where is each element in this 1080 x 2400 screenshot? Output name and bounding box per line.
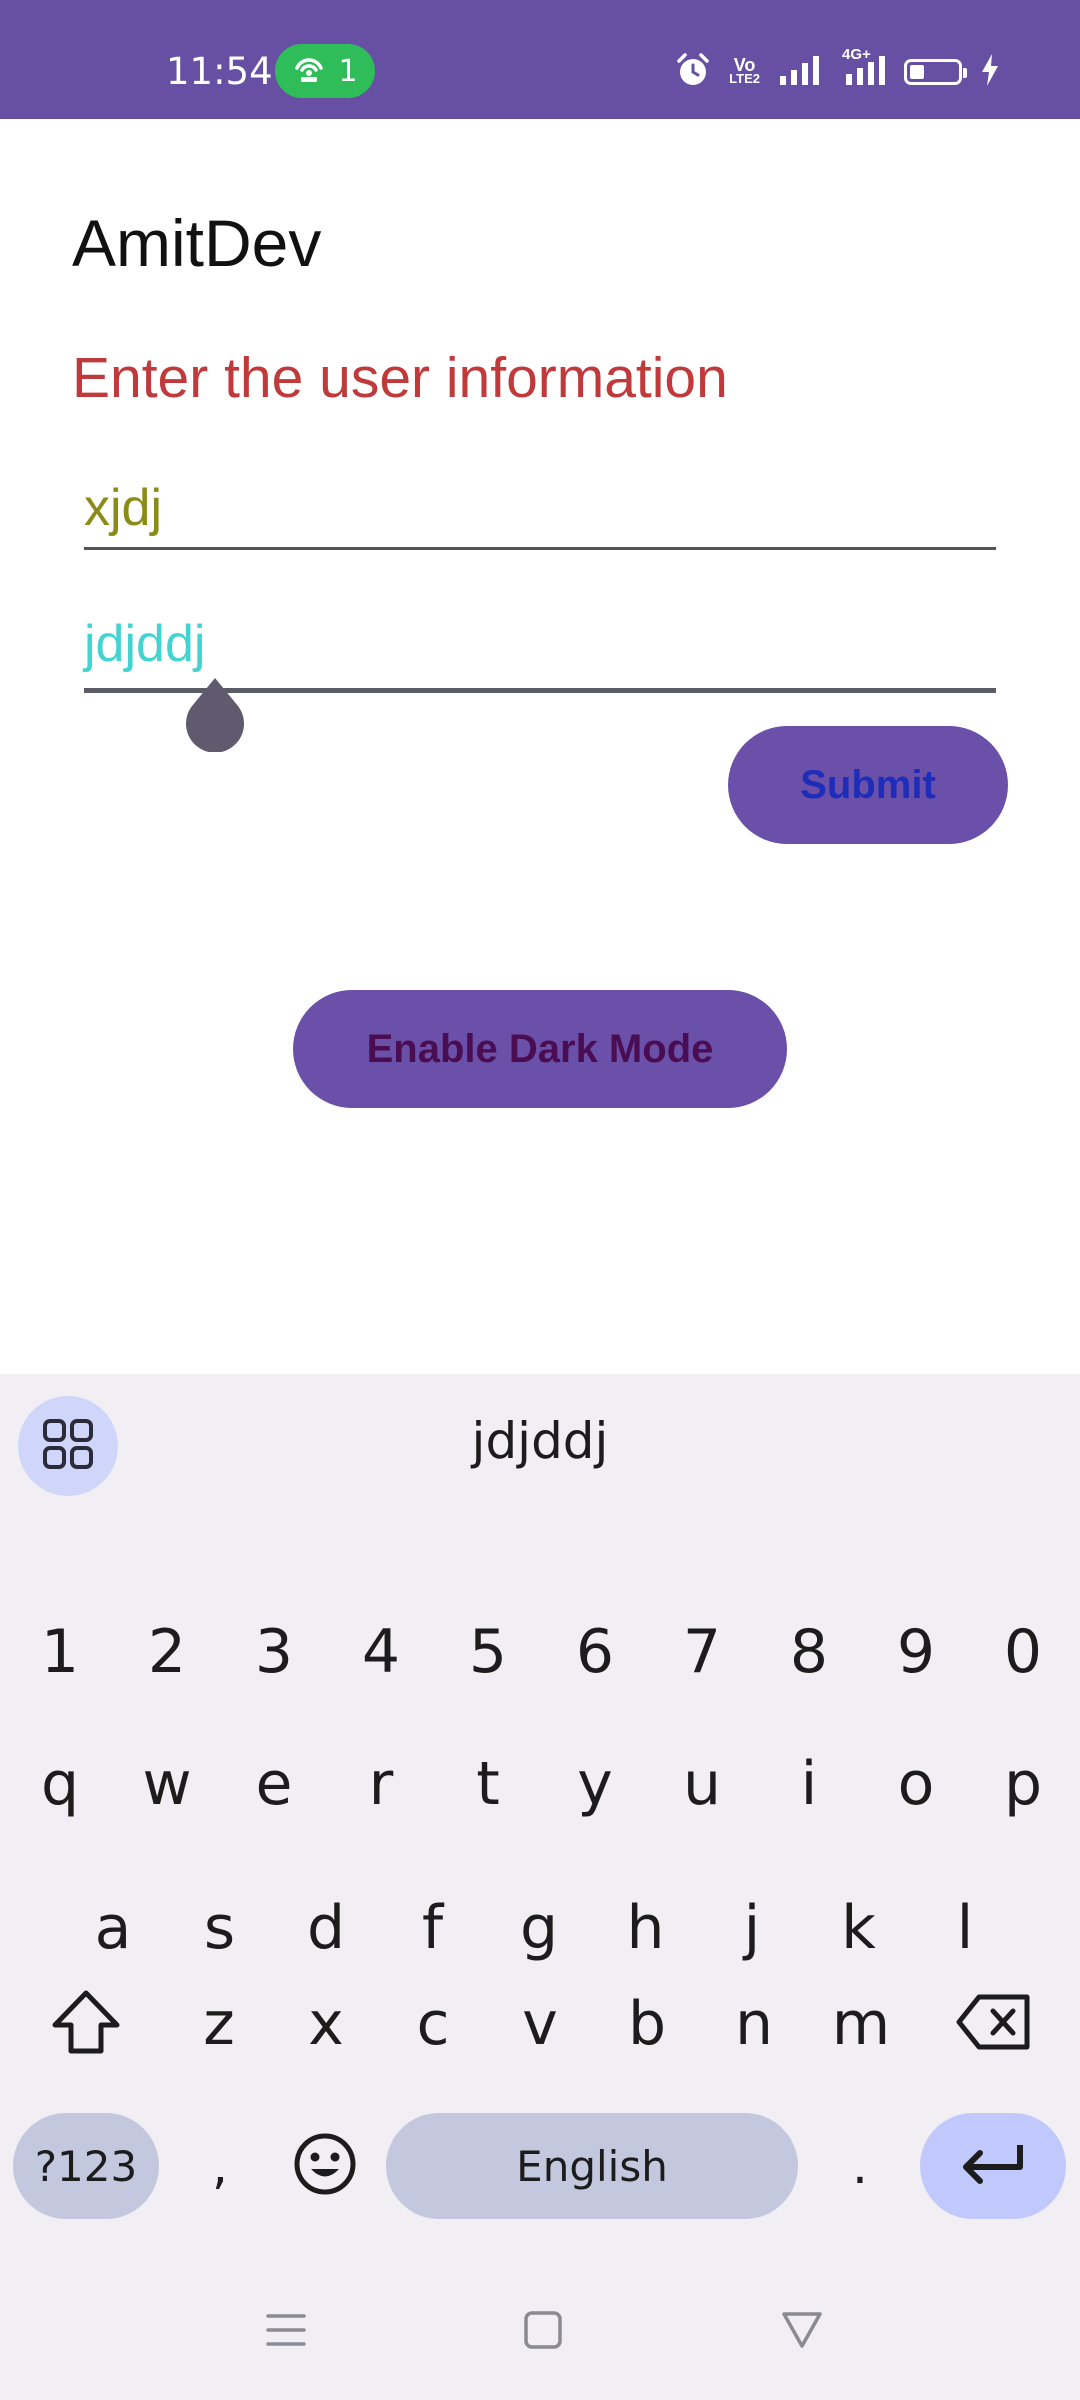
key-9[interactable]: 9 [864,1592,968,1712]
key-3[interactable]: 3 [222,1592,326,1712]
key-u[interactable]: u [650,1724,754,1844]
alarm-icon [675,52,711,93]
key-8[interactable]: 8 [757,1592,861,1712]
symbols-key[interactable]: ?123 [13,2113,159,2219]
key-y[interactable]: y [543,1724,647,1844]
network-indicator: 4G+ [840,47,886,91]
menu-icon [264,2310,308,2355]
backspace-icon [955,1993,1033,2056]
signal-icon [778,54,822,91]
first-input-value[interactable]: xjdj [84,478,996,538]
text-cursor-handle[interactable] [184,678,246,753]
key-2[interactable]: 2 [115,1592,219,1712]
key-5[interactable]: 5 [436,1592,540,1712]
recent-apps-button[interactable] [256,2302,316,2362]
first-input-underline [84,547,996,550]
home-button[interactable] [513,2302,573,2362]
enable-dark-mode-button[interactable]: Enable Dark Mode [293,990,787,1108]
key-p[interactable]: p [971,1724,1075,1844]
home-icon [522,2309,564,2356]
hotspot-count: 1 [338,53,358,89]
status-icons: Vo LTE2 4G+ [675,47,1000,96]
key-r[interactable]: r [329,1724,433,1844]
emoji-icon [293,2132,357,2201]
soft-keyboard: jdjddj 1234567890 qwertyuiop asdfghjkl z… [0,1374,1080,2400]
key-m[interactable]: m [809,1964,913,2084]
symbols-key-label: ?123 [34,2141,138,2191]
backspace-key[interactable] [944,1964,1044,2084]
app-title: AmitDev [72,206,322,280]
status-time: 11:54 [166,50,273,93]
volte-indicator: Vo LTE2 [729,55,760,86]
period-key[interactable]: . [820,2113,900,2219]
form-heading: Enter the user information [72,346,728,410]
key-i[interactable]: i [757,1724,861,1844]
shift-key[interactable] [36,1964,136,2084]
submit-button[interactable]: Submit [728,726,1008,844]
key-e[interactable]: e [222,1724,326,1844]
enter-icon [960,2141,1026,2192]
key-w[interactable]: w [115,1724,219,1844]
second-input-value[interactable]: jdjddj [84,614,996,674]
period-key-label: . [852,2137,868,2195]
shift-icon [51,1989,121,2060]
key-q[interactable]: q [8,1724,112,1844]
battery-icon [904,59,967,85]
key-4[interactable]: 4 [329,1592,433,1712]
back-button[interactable] [772,2302,832,2362]
status-bar: 11:54 1 Vo LTE2 4G+ [0,0,1080,119]
key-b[interactable]: b [595,1964,699,2084]
volte-label-top: Vo [733,55,756,75]
key-1[interactable]: 1 [8,1592,112,1712]
navigation-bar [0,2262,1080,2400]
enter-key[interactable] [920,2113,1066,2219]
space-key-label: English [516,2141,668,2191]
key-n[interactable]: n [702,1964,806,2084]
space-key[interactable]: English [386,2113,798,2219]
hotspot-indicator: 1 [275,44,375,98]
hotspot-icon [292,54,326,89]
key-o[interactable]: o [864,1724,968,1844]
back-icon [780,2310,824,2355]
charging-icon [980,53,1000,92]
key-z[interactable]: z [167,1964,271,2084]
comma-key-label: , [212,2137,228,2195]
battery-level [910,65,924,79]
key-0[interactable]: 0 [971,1592,1075,1712]
key-t[interactable]: t [436,1724,540,1844]
key-x[interactable]: x [274,1964,378,2084]
key-7[interactable]: 7 [650,1592,754,1712]
emoji-key[interactable] [280,2113,370,2219]
keyboard-suggestion[interactable]: jdjddj [0,1412,1080,1470]
comma-key[interactable]: , [180,2113,260,2219]
key-v[interactable]: v [488,1964,592,2084]
key-6[interactable]: 6 [543,1592,647,1712]
volte-label-bottom: LTE2 [729,71,760,86]
network-label: 4G+ [842,45,871,63]
key-c[interactable]: c [381,1964,485,2084]
first-input-field[interactable]: xjdj [84,478,996,553]
